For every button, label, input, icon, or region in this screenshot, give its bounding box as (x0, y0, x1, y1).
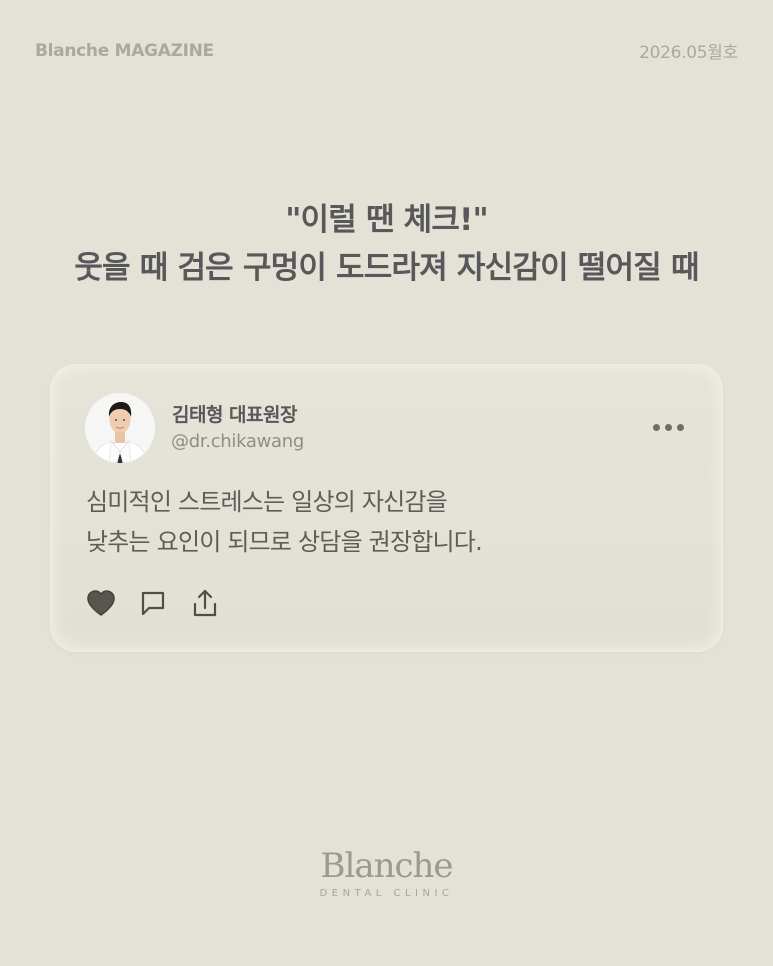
comment-icon[interactable] (136, 586, 170, 620)
logo-tagline: DENTAL CLINIC (319, 888, 454, 899)
post-actions (84, 586, 222, 620)
headline-line-1: "이럴 땐 체크!" (285, 202, 488, 238)
clinic-logo: Blanche DENTAL CLINIC (0, 846, 773, 899)
headline: "이럴 땐 체크!" 웃을 때 검은 구멍이 도드라져 자신감이 떨어질 때 (0, 196, 773, 292)
post-text-line-2: 낮추는 요인이 되므로 상담을 권장합니다. (86, 528, 483, 556)
logo-wordmark: Blanche (320, 846, 453, 886)
heart-icon[interactable] (84, 586, 118, 620)
author-handle[interactable]: @dr.chikawang (171, 431, 304, 452)
post-text-line-1: 심미적인 스트레스는 일상의 자신감을 (86, 488, 448, 516)
headline-line-2: 웃을 때 검은 구멍이 도드라져 자신감이 떨어질 때 (74, 250, 699, 286)
magazine-brand: Blanche MAGAZINE (35, 40, 214, 61)
issue-label: 2026.05월호 (639, 43, 738, 63)
post-text: 심미적인 스트레스는 일상의 자신감을 낮추는 요인이 되므로 상담을 권장합니… (86, 482, 686, 562)
avatar-image (85, 393, 155, 463)
share-icon[interactable] (188, 586, 222, 620)
more-icon[interactable] (653, 419, 693, 435)
avatar[interactable] (85, 393, 155, 463)
magazine-header: Blanche MAGAZINE 2026.05월호 (35, 38, 738, 64)
post-card: 김태형 대표원장 @dr.chikawang 심미적인 스트레스는 일상의 자신… (50, 364, 723, 652)
author-name[interactable]: 김태형 대표원장 (172, 400, 297, 427)
